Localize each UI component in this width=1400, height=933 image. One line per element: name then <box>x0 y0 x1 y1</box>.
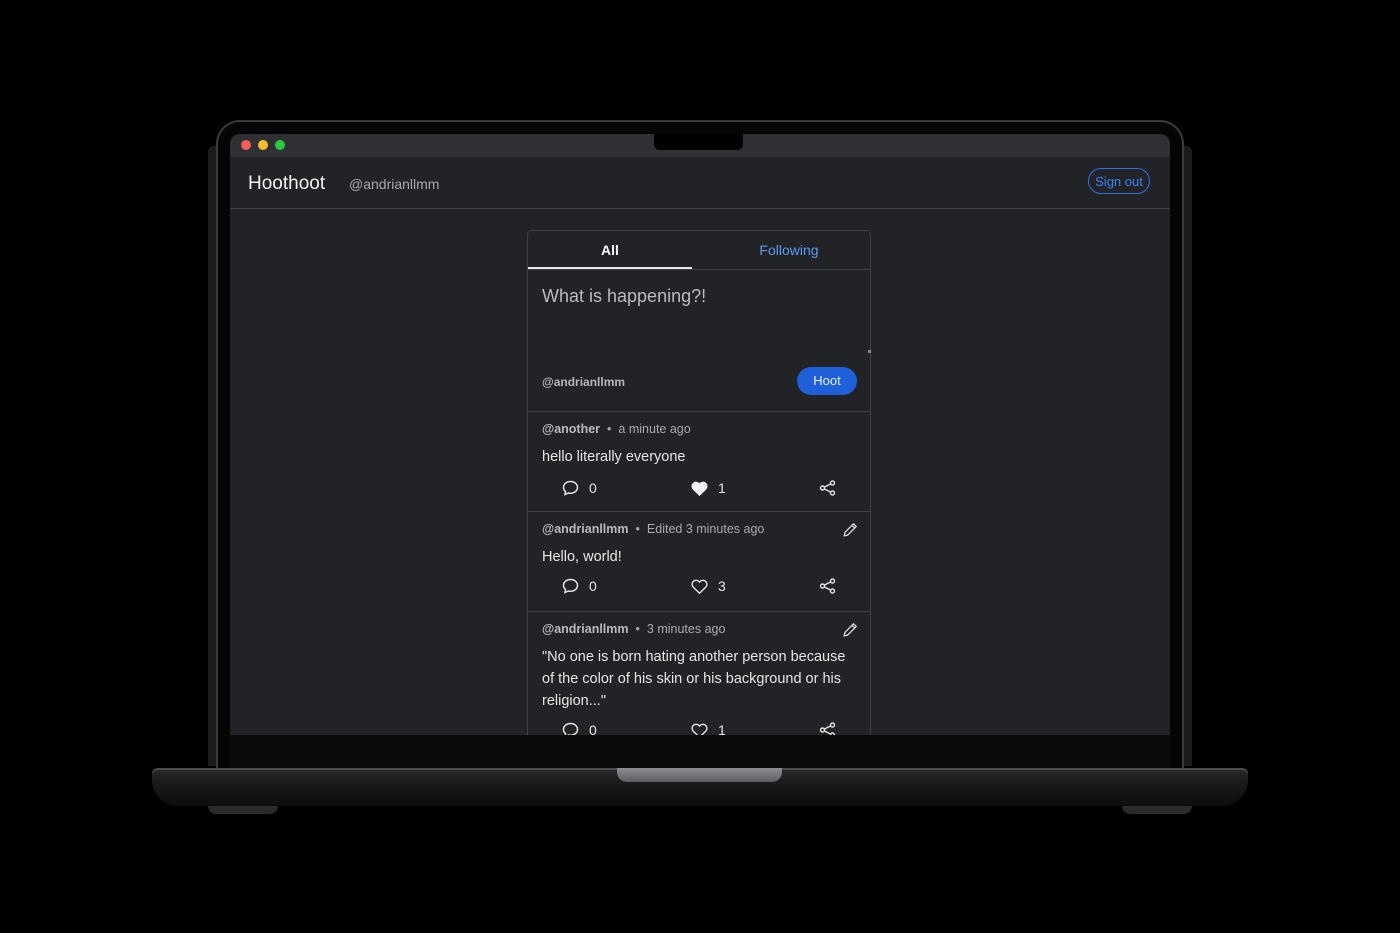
like-button[interactable]: 3 <box>691 578 726 594</box>
top-navbar: Hoothoot @andrianllmm Sign out <box>230 157 1170 209</box>
like-count: 1 <box>718 722 726 735</box>
share-icon <box>819 480 836 496</box>
textarea-resize-grip[interactable] <box>868 350 871 353</box>
heart-outline-icon <box>691 579 708 594</box>
feed-tabs: All Following <box>528 231 870 270</box>
laptop-opening-notch <box>617 768 782 782</box>
comment-icon <box>562 578 579 594</box>
comment-icon <box>562 480 579 496</box>
like-button[interactable]: 1 <box>691 480 726 496</box>
post-composer: What is happening?! @andrianllmm Hoot <box>528 270 871 412</box>
post-author[interactable]: @andrianllmm <box>542 622 629 636</box>
post-timestamp: 3 minutes ago <box>646 622 726 636</box>
edit-pencil-icon[interactable] <box>842 622 858 638</box>
comment-icon <box>562 722 579 735</box>
like-button[interactable]: 1 <box>691 722 726 735</box>
compose-textarea[interactable]: What is happening?! <box>542 286 706 307</box>
tab-following[interactable]: Following <box>708 231 870 269</box>
like-count: 3 <box>718 578 726 594</box>
post-item: @andrianllmm • Edited 3 minutes ago Hello,… <box>528 512 870 612</box>
like-count: 1 <box>718 480 726 496</box>
comment-button[interactable]: 0 <box>562 578 597 594</box>
comment-count: 0 <box>589 578 597 594</box>
laptop-foot-left <box>208 806 278 814</box>
close-window-button[interactable] <box>241 140 251 150</box>
heart-filled-icon <box>691 481 708 496</box>
comment-count: 0 <box>589 480 597 496</box>
hoot-button[interactable]: Hoot <box>797 367 857 395</box>
share-button[interactable] <box>819 722 846 735</box>
comment-button[interactable]: 0 <box>562 480 597 496</box>
comment-count: 0 <box>589 722 597 735</box>
laptop-foot-right <box>1122 806 1192 814</box>
post-item: @andrianllmm • 3 minutes ago "No one is bo… <box>528 612 870 735</box>
app-screen: Hoothoot @andrianllmm Sign out All Follo… <box>230 134 1170 735</box>
minimize-window-button[interactable] <box>258 140 268 150</box>
composer-username: @andrianllmm <box>542 375 626 389</box>
laptop-bottom-bezel <box>230 735 1170 771</box>
post-meta: @another • a minute ago <box>542 422 691 436</box>
meta-separator: • <box>607 422 612 436</box>
post-author[interactable]: @andrianllmm <box>542 522 629 536</box>
share-button[interactable] <box>819 480 846 496</box>
share-icon <box>819 722 836 735</box>
post-timestamp: a minute ago <box>618 422 691 436</box>
post-text: "No one is born hating another person be… <box>542 649 846 709</box>
post-author[interactable]: @another <box>542 422 600 436</box>
feed-card: All Following What is happening?! @andri… <box>527 230 871 735</box>
edit-pencil-icon[interactable] <box>842 522 858 538</box>
share-icon <box>819 578 836 594</box>
post-text: hello literally everyone <box>542 449 686 465</box>
current-username[interactable]: @andrianllmm <box>349 176 439 192</box>
brand-logo[interactable]: Hoothoot <box>248 173 325 195</box>
post-meta: @andrianllmm • 3 minutes ago <box>542 622 725 636</box>
meta-separator: • <box>635 622 640 636</box>
meta-separator: • <box>635 522 640 536</box>
zoom-window-button[interactable] <box>275 140 285 150</box>
heart-outline-icon <box>691 723 708 735</box>
share-button[interactable] <box>819 578 846 594</box>
post-text: Hello, world! <box>542 549 622 565</box>
tab-all[interactable]: All <box>528 231 692 269</box>
comment-button[interactable]: 0 <box>562 722 597 735</box>
post-item: @another • a minute ago hello literally ev… <box>528 412 870 512</box>
camera-notch <box>654 134 743 150</box>
laptop-lid-edge-left <box>208 146 216 766</box>
post-timestamp: Edited 3 minutes ago <box>646 522 765 536</box>
post-meta: @andrianllmm • Edited 3 minutes ago <box>542 522 764 536</box>
sign-out-button[interactable]: Sign out <box>1088 168 1150 194</box>
laptop-lid-edge-right <box>1184 146 1192 766</box>
